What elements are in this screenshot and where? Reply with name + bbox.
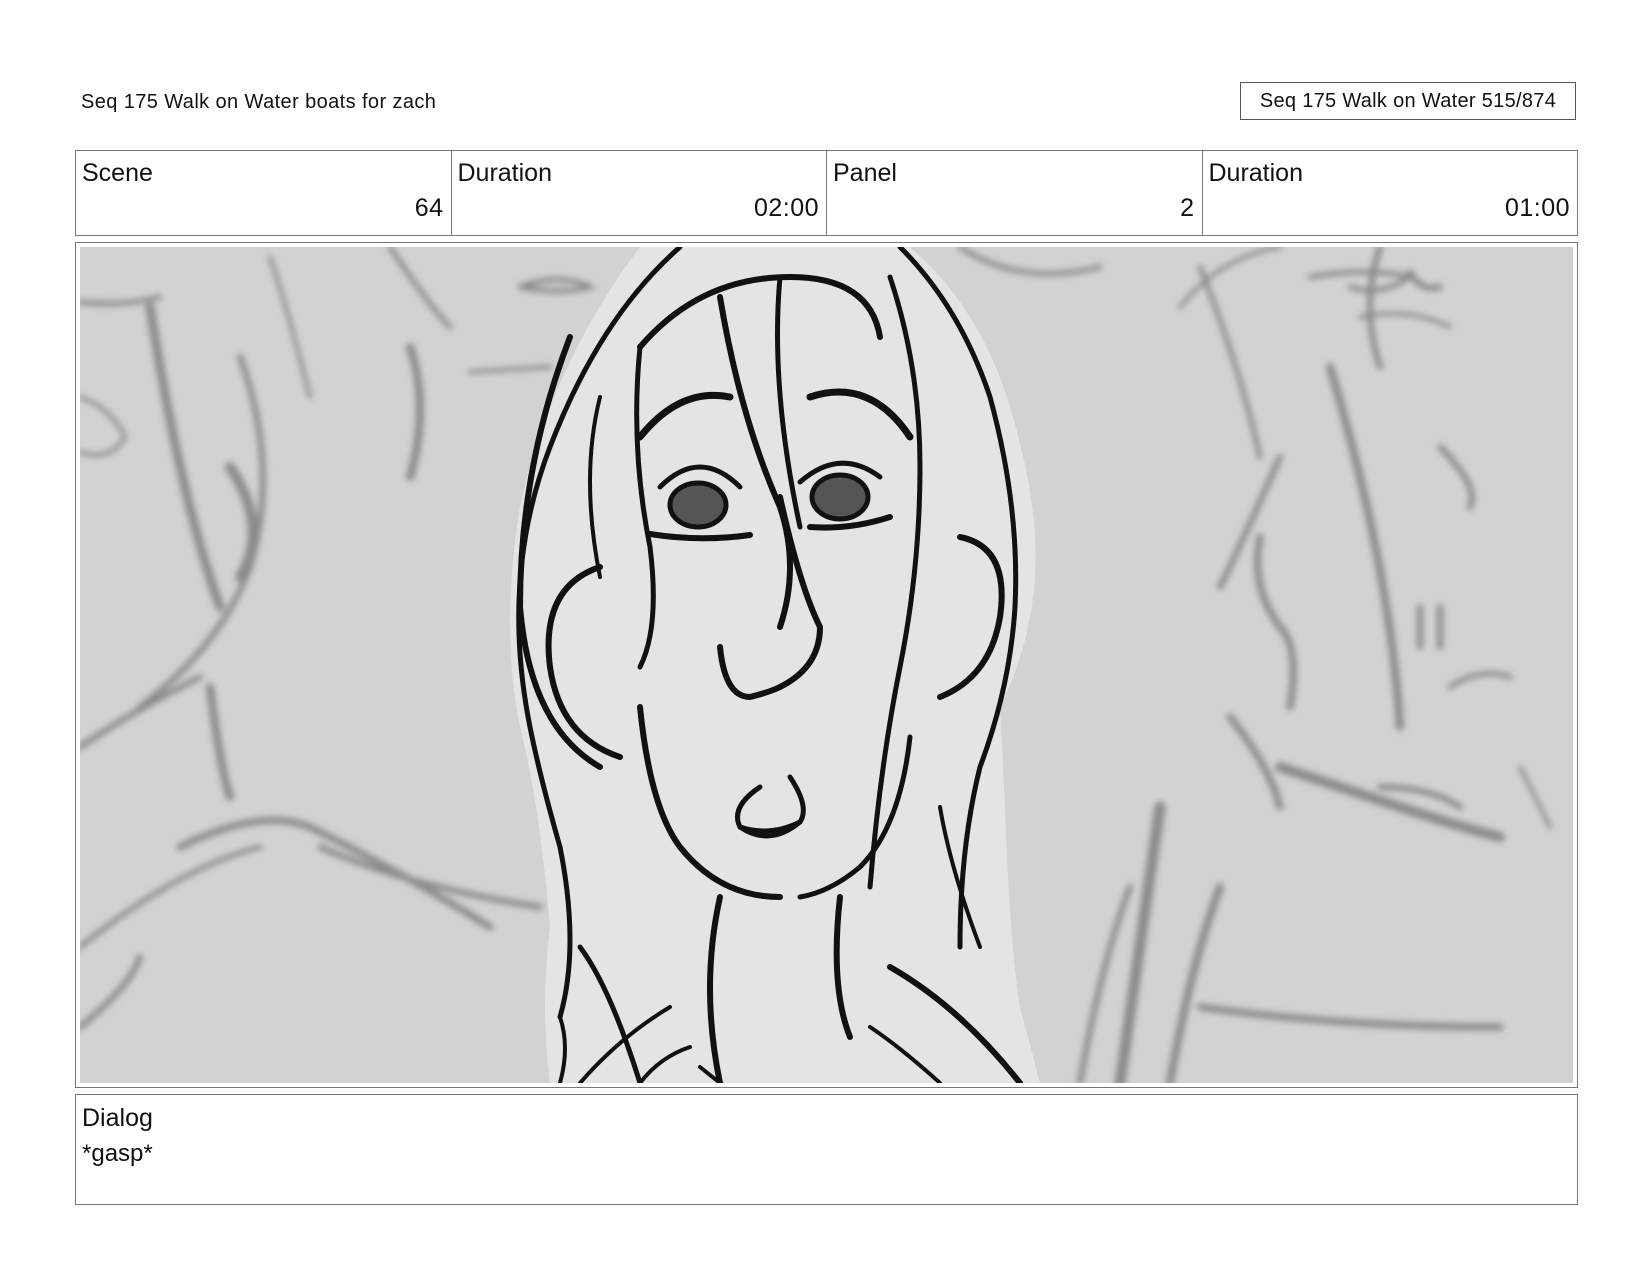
panel-number: 2 (1180, 194, 1195, 222)
scene-duration-value: 02:00 (753, 194, 819, 222)
dialog-text: *gasp* (82, 1140, 153, 1167)
storyboard-panel-frame (75, 242, 1578, 1088)
page-counter-label: Seq 175 Walk on Water 515/874 (1240, 82, 1576, 120)
storyboard-sketch-image (80, 247, 1573, 1083)
scene-duration-cell: Duration 02:00 (452, 151, 827, 235)
scene-label: Scene (82, 159, 153, 187)
scene-cell: Scene 64 (76, 151, 452, 235)
panel-duration-cell: Duration 01:00 (1203, 151, 1578, 235)
sketch-drawing (80, 247, 1573, 1083)
dialog-box: Dialog *gasp* (75, 1094, 1578, 1205)
panel-duration-label: Duration (1208, 159, 1304, 187)
panel-label: Panel (833, 159, 897, 187)
dialog-label: Dialog (82, 1104, 153, 1132)
scene-duration-label: Duration (457, 159, 553, 187)
scene-number: 64 (414, 194, 444, 222)
panel-duration-value: 01:00 (1504, 194, 1570, 222)
panel-cell: Panel 2 (827, 151, 1203, 235)
shot-info-table: Scene 64 Duration 02:00 Panel 2 Duration… (75, 150, 1578, 236)
sequence-title: Seq 175 Walk on Water boats for zach (81, 91, 437, 113)
